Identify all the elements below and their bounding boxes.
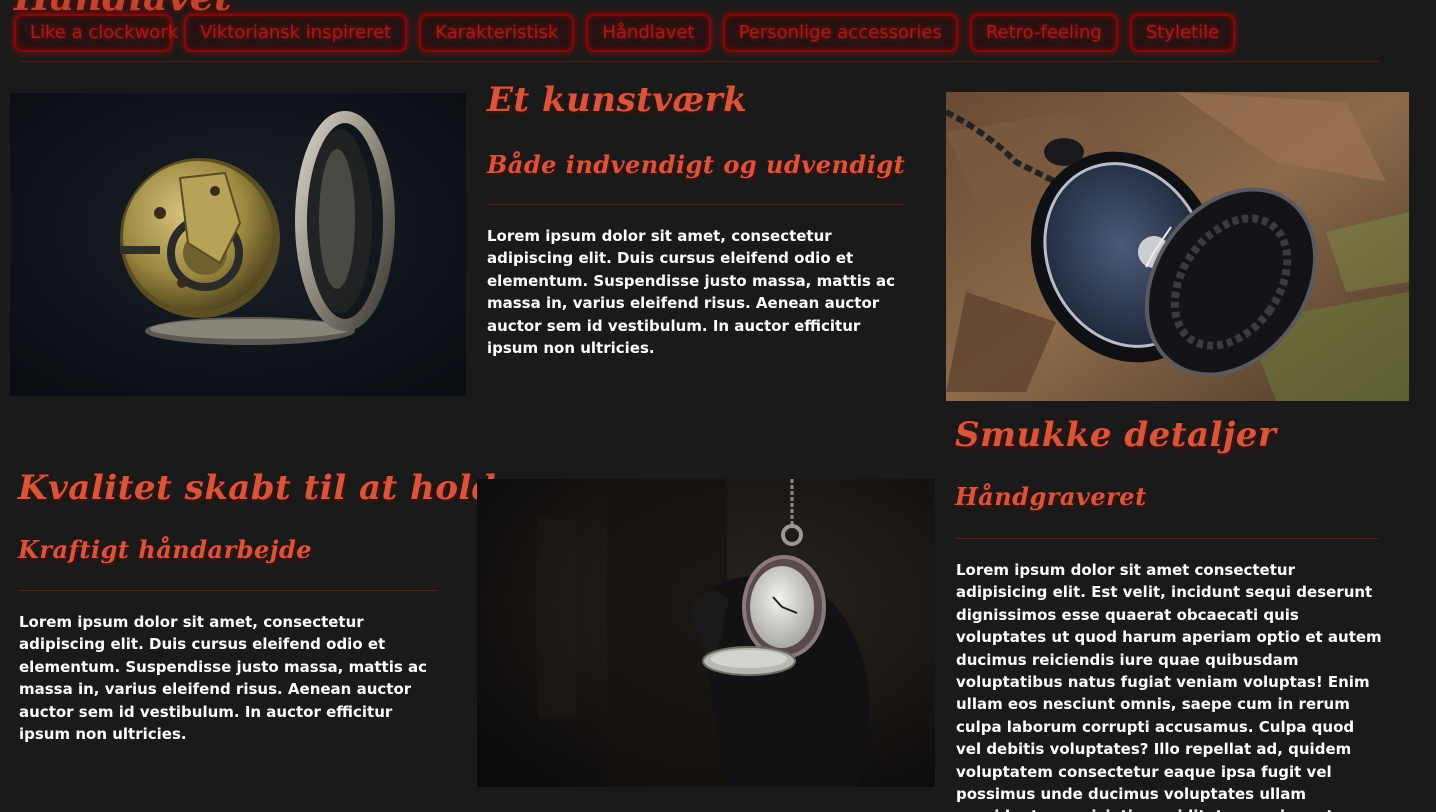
nav-item-retro-feeling[interactable]: Retro-feeling — [969, 14, 1118, 52]
section-divider-kvalitet — [19, 590, 437, 591]
section-title-kunstvaerk: Et kunstværk — [487, 80, 748, 120]
section-subtitle-detaljer: Håndgraveret — [955, 482, 1147, 511]
nav-item-viktoriansk-inspireret[interactable]: Viktoriansk inspireret — [184, 14, 408, 52]
section-body-kvalitet: Lorem ipsum dolor sit amet, consectetur … — [19, 613, 427, 744]
section-subtitle-kunstvaerk: Både indvendigt og udvendigt — [487, 150, 906, 179]
section-subtitle-kvalitet: Kraftigt håndarbejde — [18, 535, 313, 564]
nav-item-karakteristisk[interactable]: Karakteristisk — [419, 14, 575, 52]
section-divider-kunstvaerk — [487, 204, 905, 205]
photo-watch-movement — [10, 93, 466, 396]
section-title-kvalitet: Kvalitet skabt til at holde — [18, 468, 519, 508]
page: Håndlavet Like a clockwork Viktoriansk i… — [0, 0, 1436, 812]
section-divider-detaljer — [956, 538, 1378, 539]
section-title-detaljer: Smukke detaljer — [955, 415, 1277, 455]
nav-divider — [20, 61, 1380, 62]
photo-gloved-hand-watch — [477, 479, 935, 787]
nav-item-like-a-clockwork[interactable]: Like a clockwork — [14, 14, 178, 52]
section-body-detaljer: Lorem ipsum dolor sit amet consectetur a… — [956, 561, 1382, 812]
nav-item-handlavet[interactable]: Håndlavet — [586, 14, 711, 52]
main-nav: Like a clockwork Viktoriansk inspireret … — [14, 14, 1247, 52]
nav-item-personlige-accessories[interactable]: Personlige accessories — [722, 14, 958, 52]
section-body-kunstvaerk: Lorem ipsum dolor sit amet, consectetur … — [487, 227, 895, 358]
photo-black-pocket-watch — [946, 92, 1409, 401]
nav-item-styletile[interactable]: Styletile — [1129, 14, 1236, 52]
